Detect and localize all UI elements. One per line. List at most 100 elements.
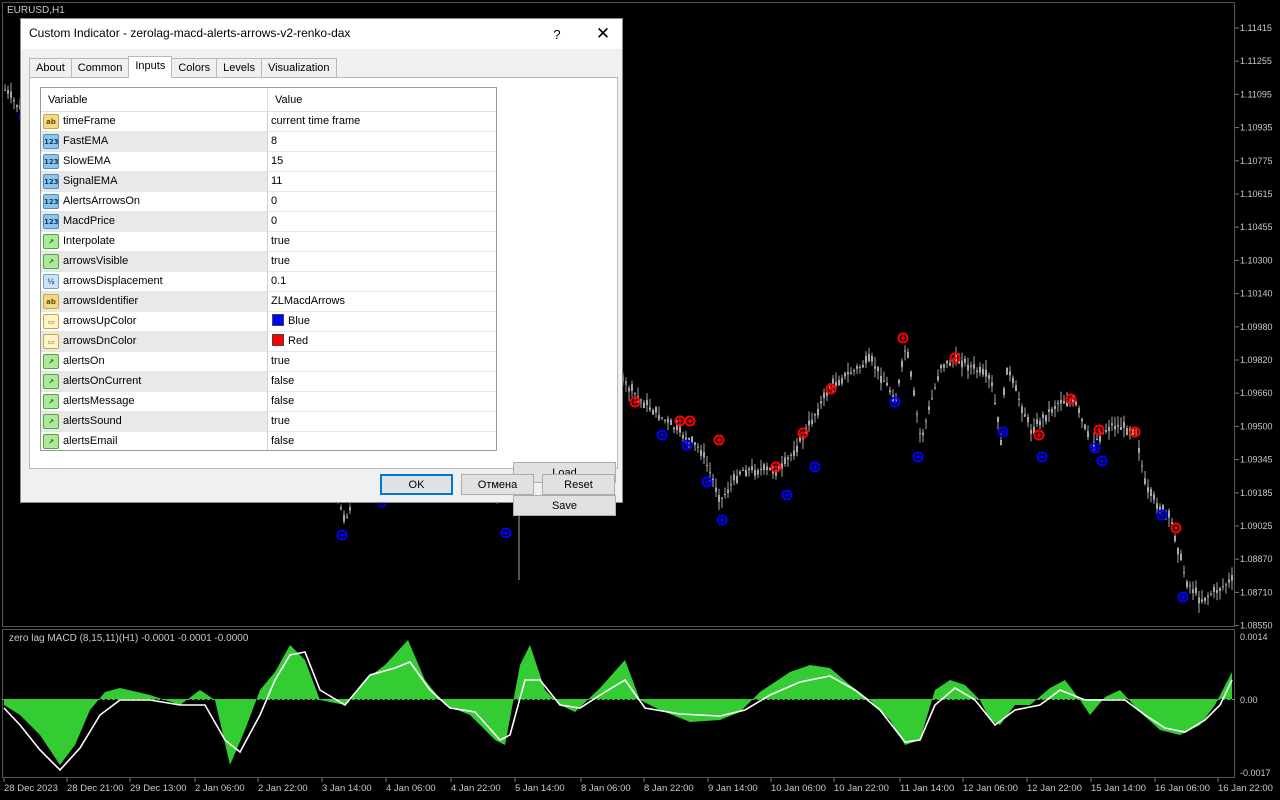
indicator-label: zero lag MACD (8,15,11)(H1) -0.0001 -0.0… (9, 633, 249, 644)
value-cell[interactable]: false (268, 372, 496, 391)
value-text: 0.1 (271, 275, 287, 287)
price-label: 1.09185 (1240, 488, 1273, 498)
value-cell[interactable]: 8 (268, 132, 496, 151)
value-cell[interactable]: current time frame (268, 112, 496, 131)
table-row[interactable]: ↗ alertsOn true (41, 352, 496, 372)
table-row[interactable]: ↗ alertsMessage false (41, 392, 496, 412)
table-row[interactable]: ½ arrowsDisplacement 0.1 (41, 272, 496, 292)
value-cell[interactable]: true (268, 252, 496, 271)
table-header: Variable Value (41, 88, 496, 112)
bool-type-icon: ↗ (43, 234, 59, 249)
tab-colors[interactable]: Colors (171, 58, 218, 78)
tab-inputs[interactable]: Inputs (128, 56, 173, 78)
cancel-button[interactable]: Отмена (461, 474, 534, 495)
candle-body (628, 388, 630, 392)
value-cell[interactable]: true (268, 412, 496, 431)
table-row[interactable]: 123 AlertsArrowsOn 0 (41, 192, 496, 212)
variable-name: alertsEmail (63, 435, 118, 447)
candle-body (670, 419, 672, 425)
time-label: 3 Jan 14:00 (322, 783, 372, 794)
price-label: 1.09820 (1240, 355, 1273, 365)
table-row[interactable]: ↗ alertsEmail false (41, 432, 496, 450)
candle-body (1144, 478, 1146, 484)
variable-name: FastEMA (63, 135, 109, 147)
candle-body (1036, 419, 1038, 424)
candle-body (1000, 440, 1002, 446)
value-cell[interactable]: ZLMacdArrows (268, 292, 496, 311)
dialog-titlebar[interactable]: Custom Indicator - zerolag-macd-alerts-a… (21, 19, 622, 49)
table-row[interactable]: 123 FastEMA 8 (41, 132, 496, 152)
candle-body (748, 468, 750, 470)
int-type-icon: 123 (43, 194, 59, 209)
table-row[interactable]: ▭ arrowsDnColor Red (41, 332, 496, 352)
reset-button[interactable]: Reset (542, 474, 615, 495)
header-value[interactable]: Value (268, 88, 496, 112)
candle-body (1126, 428, 1128, 435)
candle-body (766, 466, 768, 470)
candle-body (754, 470, 756, 476)
tab-about[interactable]: About (29, 58, 72, 78)
candle-body (1111, 423, 1113, 426)
table-row[interactable]: 123 SlowEMA 15 (41, 152, 496, 172)
candle-body (901, 360, 903, 367)
candle-body (346, 516, 348, 518)
price-label: 1.10775 (1240, 156, 1273, 166)
candle-body (865, 356, 867, 364)
tab-levels[interactable]: Levels (216, 58, 262, 78)
candle-body (844, 372, 846, 377)
table-row[interactable]: ab arrowsIdentifier ZLMacdArrows (41, 292, 496, 312)
value-cell[interactable]: 0 (268, 212, 496, 231)
value-text: 0 (271, 215, 278, 227)
time-label: 12 Jan 06:00 (963, 783, 1018, 794)
variable-cell: 123 FastEMA (41, 132, 268, 151)
candle-body (787, 457, 789, 460)
string-type-icon: ab (43, 114, 59, 129)
tab-common[interactable]: Common (70, 58, 130, 78)
value-cell[interactable]: true (268, 352, 496, 371)
value-cell[interactable]: true (268, 232, 496, 251)
help-button[interactable]: ? (541, 19, 573, 49)
save-button[interactable]: Save (513, 495, 616, 516)
candle-body (706, 464, 708, 466)
table-row[interactable]: ab timeFrame current time frame (41, 112, 496, 132)
color-swatch (272, 314, 284, 326)
table-row[interactable]: ↗ alertsOnCurrent false (41, 372, 496, 392)
tab-visualization[interactable]: Visualization (260, 58, 337, 78)
value-cell[interactable]: Red (268, 332, 496, 351)
time-label: 4 Jan 06:00 (386, 783, 436, 794)
candle-body (13, 100, 15, 102)
ok-button[interactable]: OK (380, 474, 453, 495)
candle-body (883, 380, 885, 382)
candle-body (625, 381, 627, 385)
candle-body (1030, 430, 1032, 434)
table-row[interactable]: ↗ arrowsVisible true (41, 252, 496, 272)
value-cell[interactable]: 15 (268, 152, 496, 171)
table-row[interactable]: 123 MacdPrice 0 (41, 212, 496, 232)
table-row[interactable]: ↗ alertsSound true (41, 412, 496, 432)
close-button[interactable]: ✕ (584, 19, 622, 49)
value-cell[interactable]: Blue (268, 312, 496, 331)
table-row[interactable]: ▭ arrowsUpColor Blue (41, 312, 496, 332)
candle-body (916, 413, 918, 415)
value-cell[interactable]: 0.1 (268, 272, 496, 291)
value-cell[interactable]: 11 (268, 172, 496, 191)
value-cell[interactable]: 0 (268, 192, 496, 211)
variable-cell: ↗ alertsEmail (41, 432, 268, 450)
candle-body (862, 365, 864, 368)
candle-body (889, 390, 891, 393)
variable-name: arrowsUpColor (63, 315, 137, 327)
candle-body (1048, 409, 1050, 412)
header-variable[interactable]: Variable (41, 88, 268, 112)
candle-body (1201, 599, 1203, 602)
bool-type-icon: ↗ (43, 354, 59, 369)
price-label: 1.11095 (1240, 89, 1272, 99)
bool-type-icon: ↗ (43, 434, 59, 449)
table-row[interactable]: 123 SignalEMA 11 (41, 172, 496, 192)
custom-indicator-dialog: Custom Indicator - zerolag-macd-alerts-a… (20, 18, 623, 516)
candle-body (661, 417, 663, 419)
value-cell[interactable]: false (268, 432, 496, 450)
candle-body (667, 418, 669, 423)
table-row[interactable]: ↗ Interpolate true (41, 232, 496, 252)
candle-body (1021, 406, 1023, 413)
value-cell[interactable]: false (268, 392, 496, 411)
